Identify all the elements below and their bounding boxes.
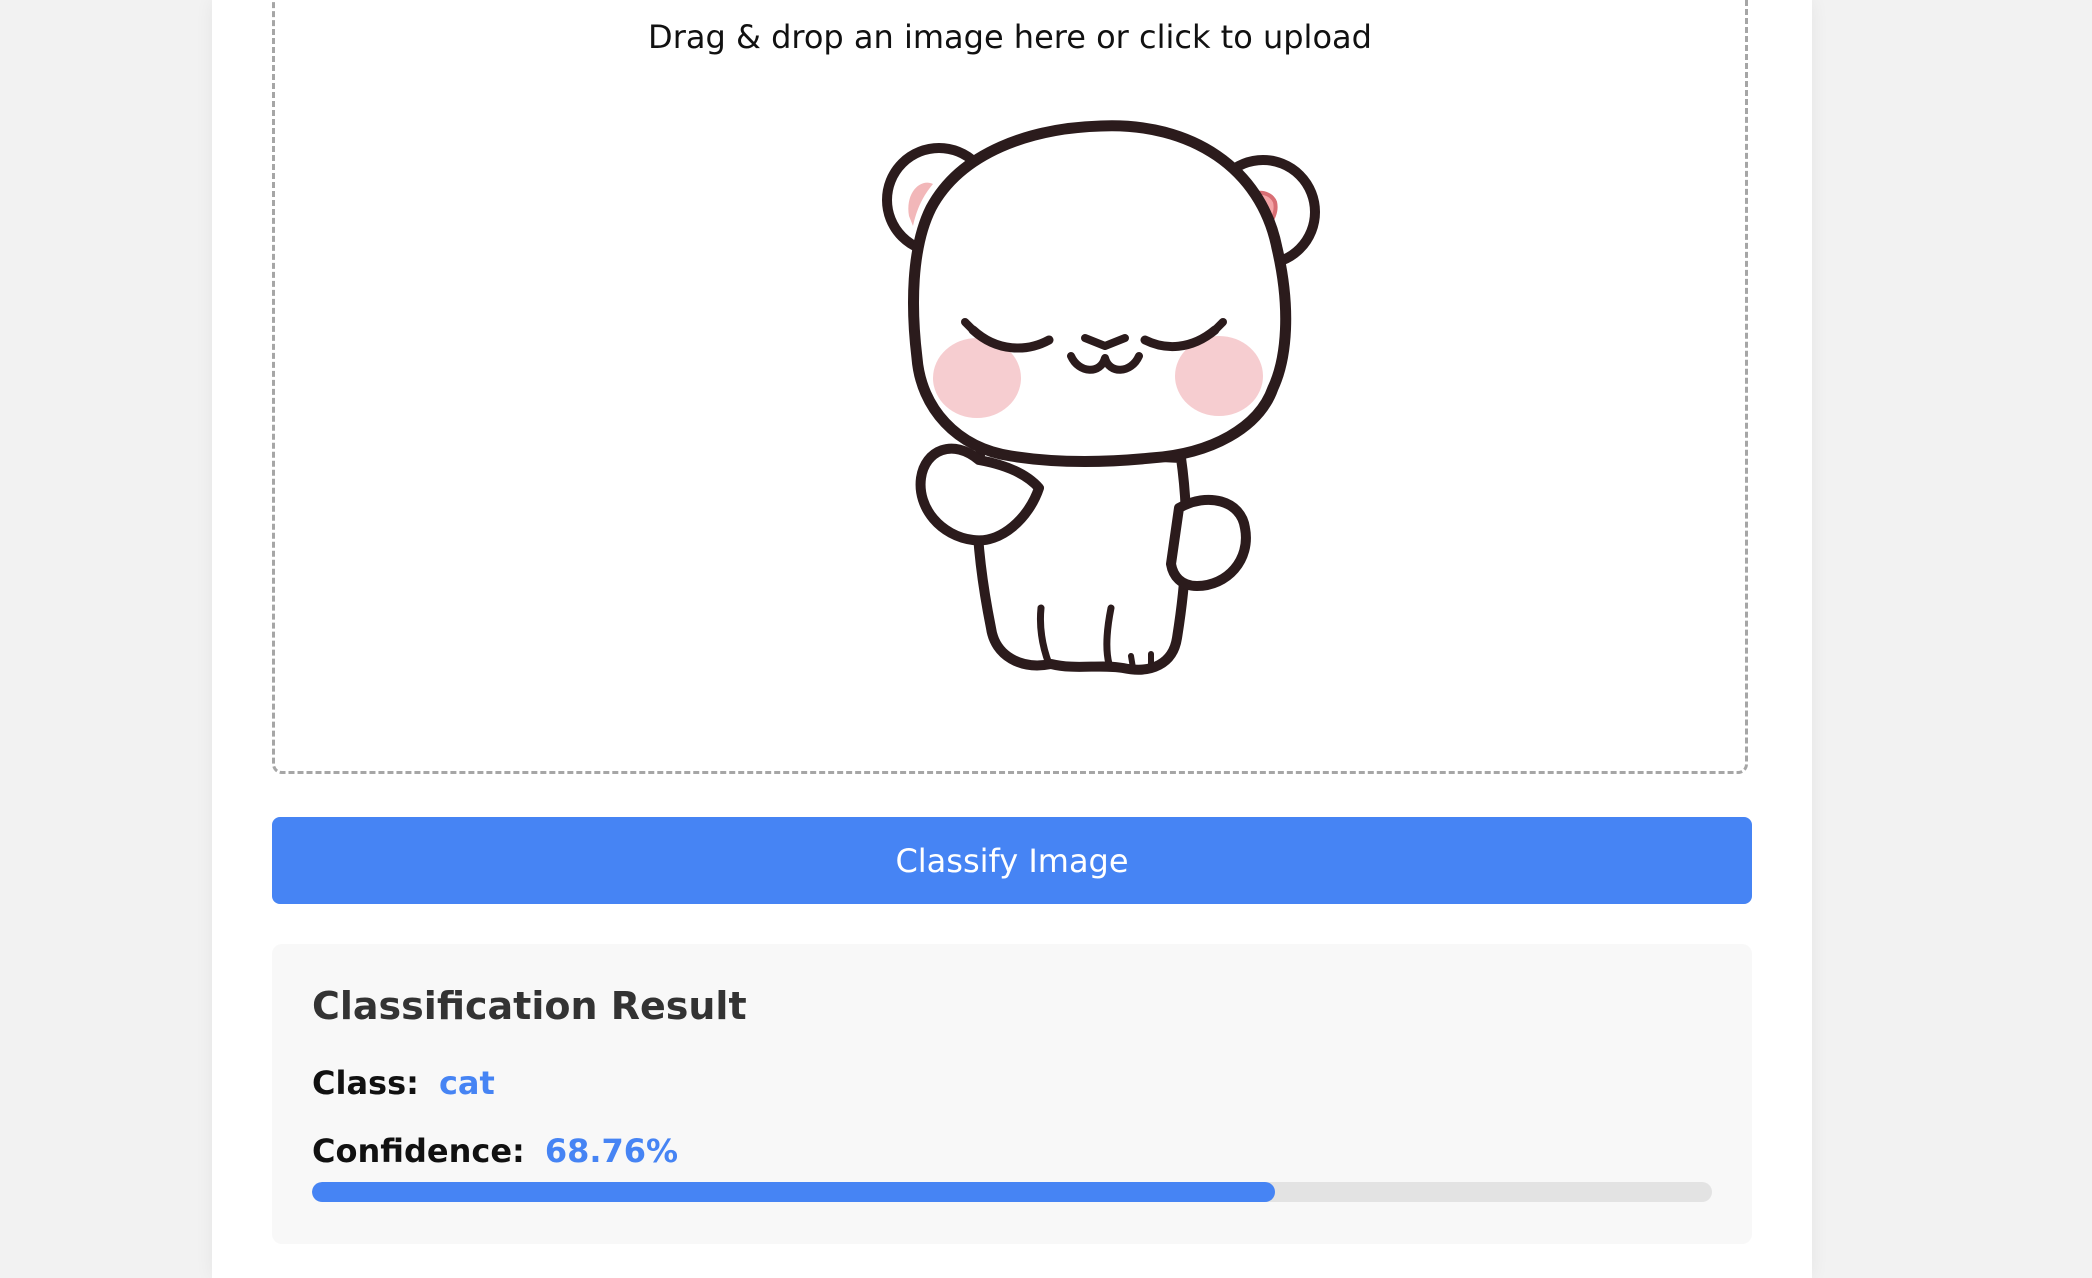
class-value: cat [438, 1064, 495, 1102]
app-card: Drag & drop an image here or click to up… [212, 0, 1812, 1278]
classify-image-button[interactable]: Classify Image [272, 817, 1752, 904]
class-label: Class: [312, 1064, 419, 1102]
dropzone-prompt: Drag & drop an image here or click to up… [648, 18, 1372, 56]
confidence-progress-track [312, 1182, 1712, 1202]
confidence-row: Confidence: 68.76% [312, 1132, 678, 1170]
class-row: Class: cat [312, 1064, 495, 1102]
classification-result-panel: Classification Result Class: cat Confiden… [272, 944, 1752, 1244]
confidence-value: 68.76% [544, 1132, 679, 1170]
result-title: Classification Result [312, 984, 747, 1028]
confidence-label: Confidence: [312, 1132, 525, 1170]
confidence-progress-fill [312, 1182, 1275, 1202]
preview-image [882, 120, 1320, 675]
image-dropzone[interactable]: Drag & drop an image here or click to up… [272, 0, 1748, 774]
